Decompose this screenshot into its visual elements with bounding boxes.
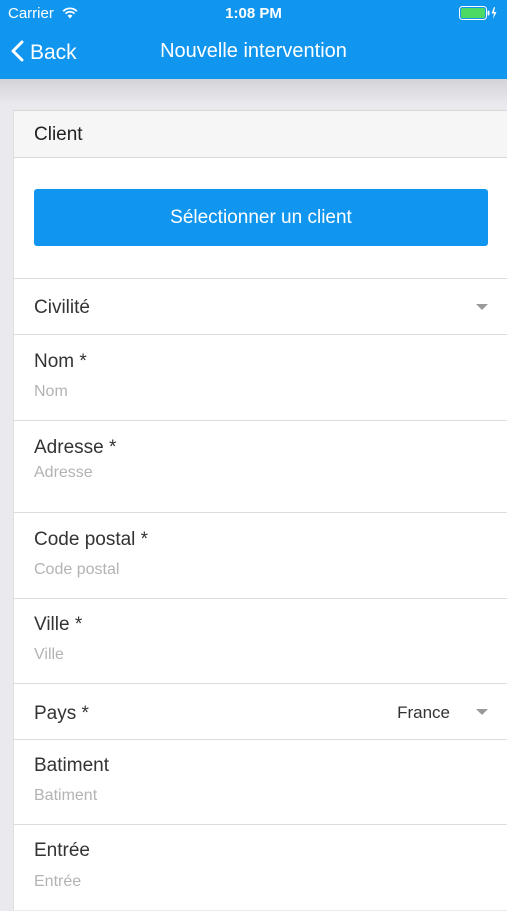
client-section-header: Client [14, 110, 507, 158]
code-postal-label: Code postal * [34, 529, 149, 550]
select-client-button[interactable]: Sélectionner un client [34, 189, 488, 246]
status-time: 1:08 PM [225, 5, 282, 22]
civilite-select[interactable]: Civilité [14, 278, 507, 335]
pays-value: France [397, 703, 450, 722]
ville-input[interactable] [34, 646, 474, 664]
adresse-field-row: Adresse * [14, 420, 507, 513]
chevron-down-icon [476, 304, 488, 310]
entree-label: Entrée [34, 840, 90, 861]
entree-input[interactable] [34, 873, 474, 891]
page-title: Nouvelle intervention [160, 40, 347, 62]
adresse-label: Adresse * [34, 437, 117, 458]
nom-label: Nom * [34, 351, 87, 372]
batiment-label: Batiment [34, 755, 109, 776]
adresse-input[interactable] [34, 464, 474, 482]
client-section-title: Client [34, 124, 83, 145]
ville-label: Ville * [34, 614, 83, 635]
form-card: Client Sélectionner un client Civilité N… [13, 110, 507, 910]
chevron-down-icon [476, 709, 488, 715]
civilite-label: Civilité [34, 297, 90, 318]
header-shadow [0, 79, 507, 105]
status-bar: Carrier 1:08 PM [0, 0, 507, 28]
pays-select[interactable]: Pays * France [14, 683, 507, 740]
batiment-field-row: Batiment [14, 739, 507, 825]
entree-field-row: Entrée [14, 824, 507, 911]
pays-label: Pays * [34, 703, 89, 724]
code-postal-field-row: Code postal * [14, 512, 507, 599]
code-postal-input[interactable] [34, 561, 474, 579]
battery-icon [459, 6, 499, 25]
nav-bar: Back Nouvelle intervention [0, 28, 507, 79]
ville-field-row: Ville * [14, 598, 507, 684]
batiment-input[interactable] [34, 787, 474, 805]
nom-input[interactable] [34, 383, 474, 401]
app-header: Carrier 1:08 PM Back Nouvelle interventi… [0, 0, 507, 79]
nom-field-row: Nom * [14, 334, 507, 421]
